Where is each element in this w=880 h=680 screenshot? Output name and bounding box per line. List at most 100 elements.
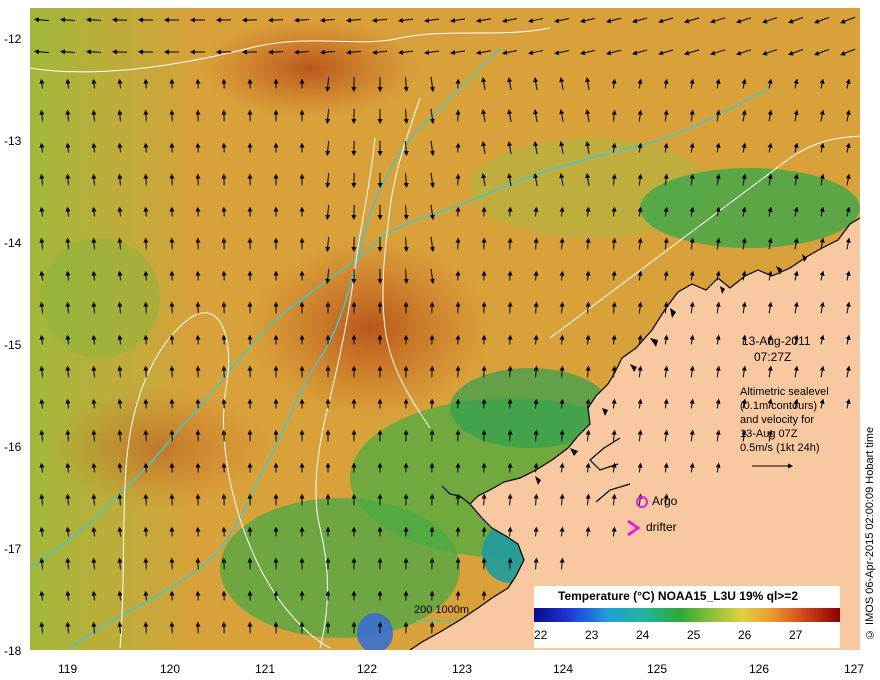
lon-tick-120: 120 [160, 662, 181, 676]
legend-tick-26: 26 [738, 628, 752, 642]
velocity-arrow [195, 237, 201, 250]
velocity-arrow [481, 590, 487, 601]
velocity-arrow [481, 270, 487, 281]
altimetry-line-3: and velocity for [740, 414, 814, 426]
velocity-arrow [455, 557, 461, 570]
velocity-arrow [481, 301, 487, 314]
velocity-arrow [455, 398, 461, 409]
velocity-arrow [169, 334, 175, 345]
velocity-arrow [481, 365, 487, 378]
velocity-arrow [455, 462, 461, 473]
velocity-arrow [169, 142, 175, 153]
temperature-legend-title: Temperature (°C) NOAA15_L3U 19% ql>=2 [558, 589, 798, 603]
lat-tick-14: -14 [4, 236, 22, 250]
lon-tick-122: 122 [357, 662, 378, 676]
drifter-label: drifter [646, 520, 677, 534]
velocity-arrow [195, 78, 201, 89]
velocity-arrow [169, 365, 175, 378]
velocity-arrow [455, 590, 461, 601]
velocity-arrow [195, 621, 201, 634]
lat-tick-12: -12 [4, 32, 22, 46]
velocity-arrow [455, 334, 461, 345]
velocity-arrow [169, 462, 175, 473]
lon-tick-123: 123 [452, 662, 473, 676]
velocity-arrow [481, 493, 487, 506]
velocity-arrow [195, 429, 201, 442]
temperature-colorbar [534, 608, 840, 622]
legend-tick-25: 25 [687, 628, 701, 642]
warm-southwest [50, 388, 270, 508]
velocity-arrow [169, 301, 175, 314]
velocity-arrow [169, 206, 175, 217]
velocity-arrow [481, 237, 487, 250]
velocity-arrow [169, 78, 175, 89]
warm-core [250, 238, 490, 418]
velocity-arrow [169, 621, 175, 634]
velocity-arrow [481, 206, 487, 217]
velocity-arrow [455, 493, 461, 506]
velocity-arrow [169, 493, 175, 506]
velocity-arrow [481, 462, 487, 473]
lat-tick-16: -16 [4, 440, 22, 454]
velocity-arrow [195, 206, 201, 217]
velocity-scale-label: 0.5m/s (1kt 24h) [740, 442, 820, 454]
map-time: 07:27Z [754, 350, 792, 364]
lat-tick-18: -18 [4, 644, 22, 658]
velocity-arrow [169, 557, 175, 570]
velocity-arrow [169, 237, 175, 250]
legend-tick-22: 22 [534, 628, 548, 642]
velocity-arrow [195, 270, 201, 281]
altimetry-line-1: Altimetric sealevel [740, 386, 829, 398]
velocity-arrow [195, 142, 201, 153]
velocity-arrow [455, 206, 461, 217]
credit-text: © IMOS 06-Apr-2015 02:00:09 Hobart time [864, 426, 876, 640]
lat-tick-13: -13 [4, 134, 22, 148]
cool-shelf-southwest [220, 498, 460, 638]
velocity-arrow [242, 17, 258, 23]
velocity-arrow [169, 429, 175, 442]
velocity-arrow [195, 462, 201, 473]
isobath-legend-label: 200 1000m [414, 604, 470, 616]
velocity-arrow [195, 173, 201, 186]
isobath-legend-line [416, 620, 456, 621]
velocity-arrow [455, 237, 461, 250]
velocity-arrow [481, 334, 487, 345]
velocity-arrow [455, 173, 461, 186]
velocity-arrow [112, 17, 128, 23]
lon-tick-124: 124 [553, 662, 574, 676]
velocity-arrow [169, 590, 175, 601]
velocity-arrow [195, 557, 201, 570]
velocity-arrow [195, 365, 201, 378]
legend-tick-27: 27 [789, 628, 803, 642]
velocity-arrow [195, 301, 201, 314]
velocity-arrow [195, 398, 201, 409]
velocity-arrow [195, 334, 201, 345]
sst-map: 13-Aug-2011 07:27Z Altimetric sealevel (… [30, 8, 860, 650]
velocity-arrow [169, 270, 175, 281]
sst-map-canvas [30, 8, 860, 650]
lon-tick-126: 126 [749, 662, 770, 676]
ocean-green-west [40, 238, 160, 358]
warm-north [200, 18, 420, 118]
legend-tick-23: 23 [585, 628, 599, 642]
lon-tick-119: 119 [58, 662, 78, 676]
velocity-arrow [481, 557, 487, 570]
velocity-arrow [112, 49, 128, 55]
lon-tick-125: 125 [647, 662, 668, 676]
lon-tick-121: 121 [255, 662, 276, 676]
velocity-arrow [195, 526, 201, 537]
velocity-arrow [169, 526, 175, 537]
velocity-arrow [481, 398, 487, 409]
velocity-arrow [481, 429, 487, 442]
velocity-arrow [455, 78, 461, 89]
velocity-arrow [195, 109, 201, 122]
altimetry-line-4: 13-Aug 07Z [740, 428, 798, 440]
lat-tick-17: -17 [4, 542, 22, 556]
legend-tick-24: 24 [636, 628, 650, 642]
velocity-arrow [169, 109, 175, 122]
velocity-arrow [455, 109, 461, 122]
velocity-arrow [455, 526, 461, 537]
argo-label: Argo [652, 494, 678, 508]
map-date: 13-Aug-2011 [742, 334, 811, 348]
velocity-arrow [455, 429, 461, 442]
